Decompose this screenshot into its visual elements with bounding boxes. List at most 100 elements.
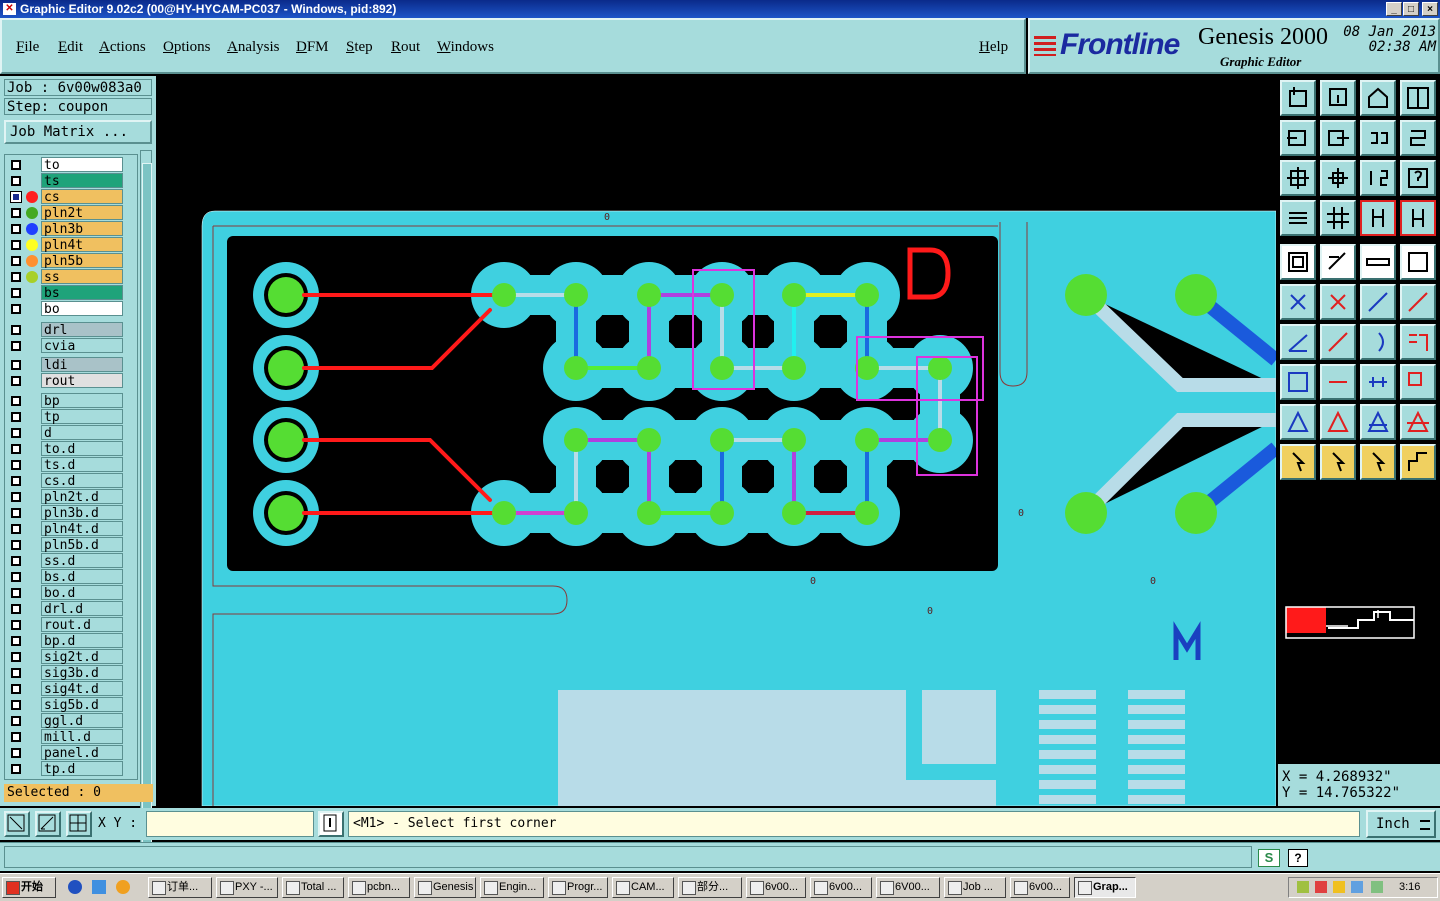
taskbar-button[interactable]: PXY -... — [216, 877, 278, 898]
layer-name[interactable]: bo.d — [41, 585, 123, 601]
layer-checkbox[interactable] — [11, 240, 21, 250]
tray-icon[interactable] — [1315, 881, 1327, 893]
layer-row[interactable]: ss.d — [7, 553, 133, 569]
overview-map[interactable] — [1278, 606, 1440, 646]
layer-name[interactable]: sig5b.d — [41, 697, 123, 713]
layer-name[interactable]: cvia — [41, 338, 123, 354]
layer-name[interactable]: bs.d — [41, 569, 123, 585]
layer-row[interactable]: panel.d — [7, 745, 133, 761]
layer-row[interactable]: to — [7, 157, 133, 173]
menu-options[interactable]: Options — [163, 39, 211, 56]
pointer-icon[interactable] — [1280, 444, 1316, 480]
taskbar-button[interactable]: 6v00... — [746, 877, 806, 898]
tri4-icon[interactable] — [1400, 404, 1436, 440]
line2-icon[interactable] — [1320, 324, 1356, 360]
layer-checkbox[interactable] — [11, 396, 21, 406]
home-icon[interactable] — [1360, 80, 1396, 116]
next-icon[interactable] — [1320, 120, 1356, 156]
layer-checkbox[interactable] — [11, 604, 21, 614]
taskbar-button[interactable]: 订单... — [148, 877, 212, 898]
layer-checkbox[interactable] — [11, 460, 21, 470]
layer-name[interactable]: ss — [41, 269, 123, 285]
layer-row[interactable]: tp.d — [7, 761, 133, 777]
layer-name[interactable]: drl — [41, 322, 123, 338]
tray-icon[interactable] — [1351, 881, 1363, 893]
menu-help[interactable]: Help — [979, 39, 1008, 56]
tri2-icon[interactable] — [1320, 404, 1356, 440]
layer-row[interactable]: pln4t.d — [7, 521, 133, 537]
layer-name[interactable]: pln3b — [41, 221, 123, 237]
menu-windows[interactable]: Windows — [437, 39, 494, 56]
layer-row[interactable]: bs — [7, 285, 133, 301]
layer-row[interactable]: sig2t.d — [7, 649, 133, 665]
redo-icon[interactable] — [1400, 120, 1436, 156]
measure-icon[interactable] — [35, 811, 61, 837]
layer-row[interactable]: bs.d — [7, 569, 133, 585]
settings-icon[interactable] — [1280, 200, 1316, 236]
zoom-center-icon[interactable] — [1320, 160, 1356, 196]
layer-checkbox[interactable] — [11, 620, 21, 630]
taskbar-button[interactable]: Job ... — [944, 877, 1006, 898]
layer-row[interactable]: mill.d — [7, 729, 133, 745]
layer-row[interactable]: drl.d — [7, 601, 133, 617]
layer-checkbox[interactable] — [11, 341, 21, 351]
status-s-icon[interactable]: S — [1258, 849, 1280, 867]
tri3-icon[interactable] — [1360, 404, 1396, 440]
edit-shape-icon[interactable] — [1320, 244, 1356, 280]
maximize-button[interactable]: □ — [1403, 2, 1419, 16]
layer-row[interactable]: cvia — [7, 338, 133, 354]
ruler-icon[interactable] — [1360, 244, 1396, 280]
layer-scrollbar[interactable] — [140, 150, 152, 854]
layer-checkbox[interactable] — [11, 224, 21, 234]
layer-row[interactable]: cs.d — [7, 473, 133, 489]
taskbar-button[interactable]: Total ... — [282, 877, 344, 898]
layer-checkbox[interactable] — [11, 412, 21, 422]
layer-checkbox[interactable] — [11, 360, 21, 370]
layer-row[interactable]: pln3b — [7, 221, 133, 237]
layer-checkbox[interactable] — [11, 288, 21, 298]
layer-checkbox[interactable] — [11, 668, 21, 678]
layer-name[interactable]: tp — [41, 409, 123, 425]
tray-icon[interactable] — [1333, 881, 1345, 893]
layer-checkbox[interactable] — [11, 476, 21, 486]
cross-icon[interactable] — [1320, 284, 1356, 320]
layer-name[interactable]: to.d — [41, 441, 123, 457]
layer-row[interactable]: to.d — [7, 441, 133, 457]
layer-name[interactable]: bp.d — [41, 633, 123, 649]
layer-checkbox[interactable] — [11, 716, 21, 726]
layer-name[interactable]: sig4t.d — [41, 681, 123, 697]
layer-row[interactable]: d — [7, 425, 133, 441]
prev-icon[interactable] — [1280, 120, 1316, 156]
info-icon[interactable] — [318, 811, 344, 837]
minimize-button[interactable]: _ — [1386, 2, 1402, 16]
layer-row[interactable]: sig3b.d — [7, 665, 133, 681]
layer-name[interactable]: mill.d — [41, 729, 123, 745]
layer-checkbox[interactable] — [11, 764, 21, 774]
layer-name[interactable]: sig3b.d — [41, 665, 123, 681]
select-dot-icon[interactable] — [1400, 244, 1436, 280]
layer-checkbox[interactable] — [11, 325, 21, 335]
layer-row[interactable]: pln2t.d — [7, 489, 133, 505]
arc-icon[interactable] — [1360, 324, 1396, 360]
zoom-box-icon[interactable] — [4, 811, 30, 837]
pointer2-icon[interactable] — [1320, 444, 1356, 480]
rotate-icon[interactable] — [1400, 284, 1436, 320]
layer-name[interactable]: drl.d — [41, 601, 123, 617]
menu-rout[interactable]: Rout — [391, 39, 420, 56]
dash-icon[interactable] — [1320, 364, 1356, 400]
layer-checkbox[interactable] — [11, 572, 21, 582]
line-icon[interactable] — [1280, 324, 1316, 360]
layer-row[interactable]: rout — [7, 373, 133, 389]
snap-alt-icon[interactable] — [1400, 200, 1436, 236]
layer-row[interactable]: ts — [7, 173, 133, 189]
copy-icon[interactable] — [1400, 364, 1436, 400]
units-dropdown[interactable]: Inch — [1366, 810, 1436, 838]
layer-row[interactable]: ss — [7, 269, 133, 285]
layer-checkbox[interactable] — [11, 304, 21, 314]
layer-checkbox[interactable] — [11, 700, 21, 710]
taskbar-button[interactable]: 6V00... — [876, 877, 940, 898]
quicklaunch-icon[interactable] — [116, 880, 130, 894]
xy-input[interactable] — [146, 811, 314, 837]
layer-name[interactable]: pln5b.d — [41, 537, 123, 553]
layer-name[interactable]: cs — [41, 189, 123, 205]
